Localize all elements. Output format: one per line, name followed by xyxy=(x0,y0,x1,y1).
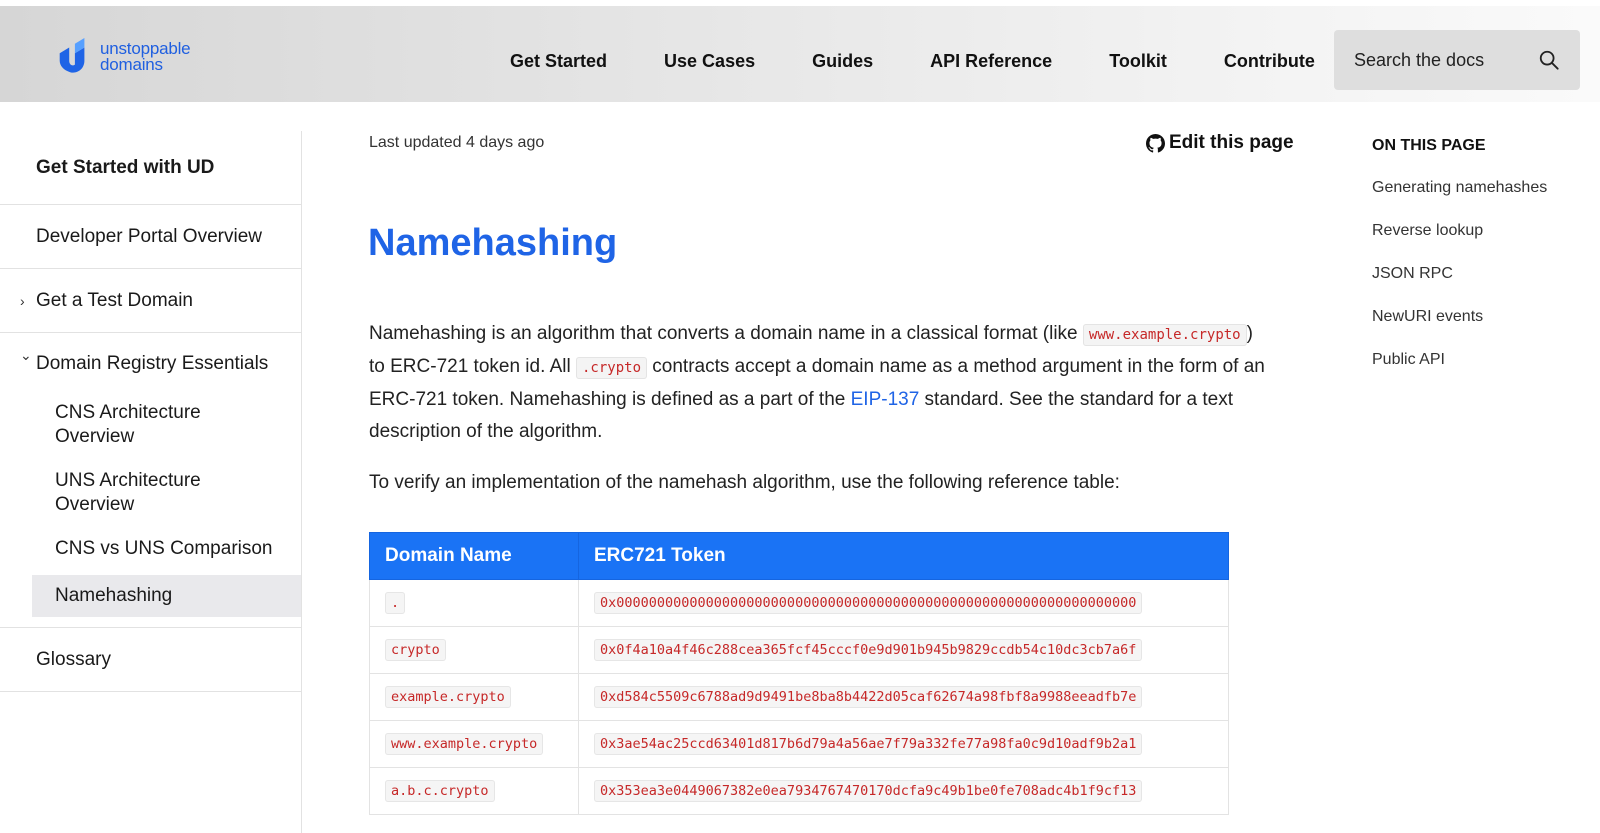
nav-toolkit[interactable]: Toolkit xyxy=(1109,51,1167,72)
reference-table: Domain Name ERC721 Token . 0x00000000000… xyxy=(369,532,1229,815)
nav-use-cases[interactable]: Use Cases xyxy=(664,51,755,72)
table-row: www.example.crypto 0x3ae54ac25ccd63401d8… xyxy=(369,720,1229,768)
logo[interactable]: unstoppable domains xyxy=(54,36,191,78)
last-updated: Last updated 4 days ago xyxy=(369,134,545,151)
domain-cell: www.example.crypto xyxy=(385,733,544,755)
github-icon xyxy=(1146,133,1165,153)
verify-paragraph: To verify an implementation of the nameh… xyxy=(369,472,1120,493)
inline-code-domain: www.example.crypto xyxy=(1082,324,1247,346)
sidebar-subitems: CNS Architecture Overview UNS Architectu… xyxy=(0,395,301,627)
table-row: a.b.c.crypto 0x353ea3e0449067382e0ea7934… xyxy=(369,767,1229,815)
nav-guides[interactable]: Guides xyxy=(812,51,873,72)
sidebar: Get Started with UD Developer Portal Ove… xyxy=(0,131,302,833)
intro-paragraph: Namehashing is an algorithm that convert… xyxy=(369,318,1269,448)
token-cell: 0xd584c5509c6788ad9d9491be8ba8b4422d05ca… xyxy=(594,686,1143,708)
sidebar-item-test-domain[interactable]: › Get a Test Domain xyxy=(0,269,301,333)
sidebar-item-label: Developer Portal Overview xyxy=(36,225,262,247)
sidebar-subitem-uns-architecture[interactable]: UNS Architecture Overview xyxy=(32,463,212,523)
sidebar-item-label: Domain Registry Essentials xyxy=(36,353,269,374)
column-header-token: ERC721 Token xyxy=(578,532,1229,580)
chevron-down-icon[interactable]: ⌄ xyxy=(20,347,32,364)
sidebar-item-get-started[interactable]: Get Started with UD xyxy=(0,131,301,205)
sidebar-item-label: Glossary xyxy=(36,648,111,670)
sidebar-item-label: Get a Test Domain xyxy=(36,289,194,311)
table-row: crypto 0x0f4a10a4f46c288cea365fcf45cccf0… xyxy=(369,626,1229,674)
nav-contribute[interactable]: Contribute xyxy=(1224,51,1315,72)
logo-text: unstoppable domains xyxy=(100,40,191,74)
token-cell: 0x3ae54ac25ccd63401d817b6d79a4a56ae7f79a… xyxy=(594,733,1143,755)
toc-item-reverse-lookup[interactable]: Reverse lookup xyxy=(1372,222,1547,240)
sidebar-subitem-cns-architecture[interactable]: CNS Architecture Overview xyxy=(32,395,212,455)
search-icon[interactable] xyxy=(1538,49,1560,71)
domain-cell: a.b.c.crypto xyxy=(385,780,495,802)
sidebar-item-glossary[interactable]: Glossary xyxy=(0,628,301,692)
eip-137-link[interactable]: EIP-137 xyxy=(851,389,920,410)
chevron-right-icon[interactable]: › xyxy=(20,293,25,309)
token-cell: 0x353ea3e0449067382e0ea7934767470170dcfa… xyxy=(594,780,1143,802)
table-row: example.crypto 0xd584c5509c6788ad9d9491b… xyxy=(369,673,1229,721)
sidebar-item-developer-portal[interactable]: Developer Portal Overview xyxy=(0,205,301,269)
toc-item-generating-namehashes[interactable]: Generating namehashes xyxy=(1372,179,1547,197)
nav-api-reference[interactable]: API Reference xyxy=(930,51,1052,72)
token-cell: 0x00000000000000000000000000000000000000… xyxy=(594,592,1143,614)
nav-get-started[interactable]: Get Started xyxy=(510,51,607,72)
inline-code-crypto: .crypto xyxy=(576,357,648,379)
domain-cell: crypto xyxy=(385,639,446,661)
search-input[interactable]: Search the docs xyxy=(1354,50,1538,71)
toc-item-newuri-events[interactable]: NewURI events xyxy=(1372,308,1547,326)
sidebar-subitem-cns-vs-uns[interactable]: CNS vs UNS Comparison xyxy=(32,531,301,567)
search-box[interactable]: Search the docs xyxy=(1334,30,1580,90)
main-nav: Get Started Use Cases Guides API Referen… xyxy=(510,34,1315,88)
table-header-row: Domain Name ERC721 Token xyxy=(369,532,1229,580)
toc-title: ON THIS PAGE xyxy=(1372,137,1486,154)
toc-item-public-api[interactable]: Public API xyxy=(1372,351,1547,369)
sidebar-item-label: Get Started with UD xyxy=(36,156,215,178)
edit-page-label: Edit this page xyxy=(1169,132,1294,153)
token-cell: 0x0f4a10a4f46c288cea365fcf45cccf0e9d901b… xyxy=(594,639,1143,661)
sidebar-subitem-namehashing[interactable]: Namehashing xyxy=(32,575,301,617)
domain-cell: example.crypto xyxy=(385,686,511,708)
unstoppable-logo-icon xyxy=(59,38,85,73)
sidebar-item-registry-essentials[interactable]: ⌄ Domain Registry Essentials CNS Archite… xyxy=(0,333,301,628)
table-row: . 0x000000000000000000000000000000000000… xyxy=(369,579,1229,627)
domain-cell: . xyxy=(385,592,406,614)
top-header: unstoppable domains Get Started Use Case… xyxy=(0,0,1600,102)
toc-item-json-rpc[interactable]: JSON RPC xyxy=(1372,265,1547,283)
page-title: Namehashing xyxy=(368,222,618,264)
edit-page-link[interactable]: Edit this page xyxy=(1146,132,1294,154)
intro-text-1: Namehashing is an algorithm that convert… xyxy=(369,323,1083,344)
on-this-page: ON THIS PAGE Generating namehashes Rever… xyxy=(1372,137,1547,394)
column-header-domain: Domain Name xyxy=(369,532,579,580)
logo-line-2: domains xyxy=(100,55,163,74)
